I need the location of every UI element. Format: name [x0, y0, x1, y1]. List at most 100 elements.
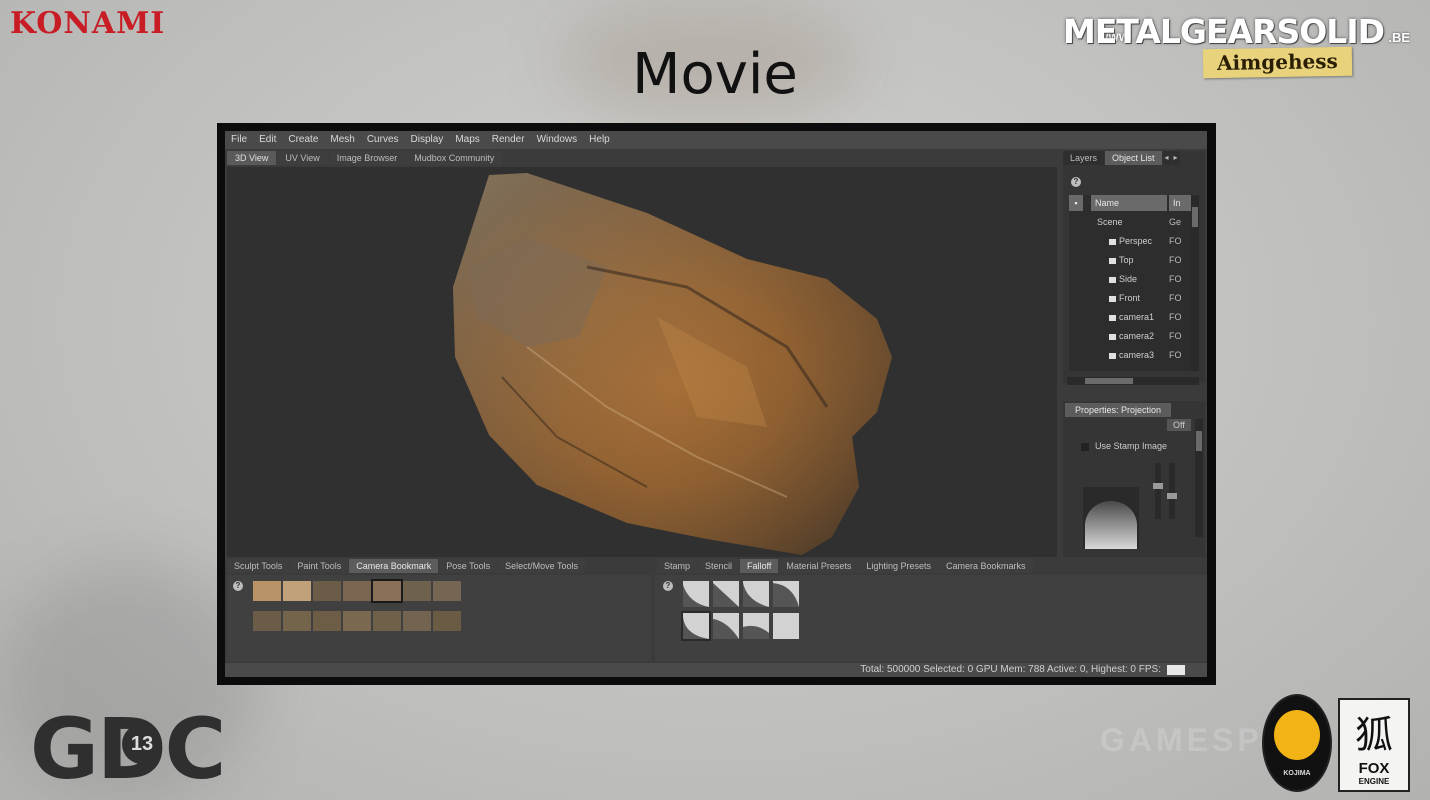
scrollbar-thumb[interactable] [1192, 207, 1198, 227]
falloff-curve-icon [713, 583, 739, 607]
outliner-col-name[interactable]: Name [1091, 195, 1167, 211]
row-name: camera1 [1119, 312, 1155, 322]
bookmark-thumbnail[interactable] [283, 581, 311, 601]
bookmark-thumbnail[interactable] [343, 611, 371, 631]
outliner-col-type[interactable]: In [1169, 195, 1191, 211]
outliner-row-scene[interactable]: Scene Ge [1069, 213, 1191, 232]
menu-mesh[interactable]: Mesh [324, 131, 360, 149]
bookmark-thumbnail[interactable] [433, 611, 461, 631]
menu-create[interactable]: Create [282, 131, 324, 149]
tab-paint-tools[interactable]: Paint Tools [290, 559, 349, 573]
outliner-row[interactable]: Side FO [1069, 270, 1191, 289]
tab-lighting-presets[interactable]: Lighting Presets [859, 559, 938, 573]
tab-layers[interactable]: Layers [1063, 151, 1105, 165]
menu-help[interactable]: Help [583, 131, 616, 149]
object-list-panel: Layers Object List ◂ ▸ ? ▪ Name In Scene… [1063, 151, 1205, 385]
falloff-preset[interactable] [773, 581, 799, 607]
menu-edit[interactable]: Edit [253, 131, 282, 149]
outliner-horizontal-scrollbar[interactable] [1067, 377, 1199, 385]
bookmark-thumbnail[interactable] [433, 581, 461, 601]
property-slider[interactable] [1167, 463, 1177, 519]
row-type: FO [1169, 274, 1182, 284]
tab-object-list[interactable]: Object List [1105, 151, 1162, 165]
use-stamp-image-checkbox[interactable]: Use Stamp Image [1081, 441, 1167, 451]
outliner-row[interactable]: Top FO [1069, 251, 1191, 270]
tab-scroll-left-icon[interactable]: ◂ [1162, 151, 1171, 165]
tool-tabs: Sculpt Tools Paint Tools Camera Bookmark… [227, 559, 586, 573]
tab-sculpt-tools[interactable]: Sculpt Tools [227, 559, 290, 573]
slider-knob[interactable] [1167, 493, 1177, 499]
outliner-row[interactable]: Perspec FO [1069, 232, 1191, 251]
3d-viewport[interactable] [227, 167, 1057, 557]
falloff-preset[interactable] [743, 581, 769, 607]
bookmark-thumbnail[interactable] [313, 611, 341, 631]
tab-camera-bookmark[interactable]: Camera Bookmark [349, 559, 439, 573]
tab-material-presets[interactable]: Material Presets [779, 559, 859, 573]
outliner-row[interactable]: Front FO [1069, 289, 1191, 308]
outliner-header-icon[interactable]: ▪ [1069, 195, 1083, 211]
bookmark-thumbnail[interactable] [313, 581, 341, 601]
bookmark-thumbnail[interactable] [403, 611, 431, 631]
kojima-text: KOJIMA [1283, 770, 1311, 777]
tab-properties-projection[interactable]: Properties: Projection [1065, 403, 1172, 417]
menu-render[interactable]: Render [486, 131, 531, 149]
row-name: Scene [1097, 217, 1123, 227]
bookmark-thumbnail[interactable] [253, 581, 281, 601]
outliner-vertical-scrollbar[interactable] [1191, 195, 1199, 371]
menu-file[interactable]: File [225, 131, 253, 149]
tab-select-move-tools[interactable]: Select/Move Tools [498, 559, 586, 573]
help-icon[interactable]: ? [1071, 177, 1081, 187]
bookmark-thumbnail[interactable] [253, 611, 281, 631]
tab-pose-tools[interactable]: Pose Tools [439, 559, 498, 573]
falloff-preset[interactable] [773, 613, 799, 639]
properties-scrollbar[interactable] [1195, 419, 1203, 537]
menu-curves[interactable]: Curves [361, 131, 405, 149]
outliner-row[interactable]: camera1 FO [1069, 308, 1191, 327]
camera-icon [1109, 276, 1116, 283]
object-outliner: ▪ Name In Scene Ge Perspec FO Top FO Side FO… [1069, 195, 1191, 371]
bookmark-thumbnail[interactable] [403, 581, 431, 601]
properties-panel: Properties: Projection Off Use Stamp Ima… [1063, 401, 1205, 557]
falloff-preset-selected[interactable] [681, 611, 711, 641]
menu-maps[interactable]: Maps [449, 131, 485, 149]
falloff-preset[interactable] [713, 581, 739, 607]
scrollbar-thumb[interactable] [1196, 431, 1202, 451]
status-text: Total: 500000 Selected: 0 GPU Mem: 788 A… [860, 664, 1161, 675]
falloff-shelf: ? [655, 575, 1207, 661]
tab-scroll-right-icon[interactable]: ▸ [1171, 151, 1180, 165]
tab-uv-view[interactable]: UV View [277, 151, 328, 165]
bookmark-thumbnail[interactable] [373, 611, 401, 631]
scrollbar-thumb[interactable] [1085, 378, 1133, 384]
gdc-logo: GDC 13 [30, 707, 226, 791]
falloff-curve-icon [683, 585, 709, 607]
stamp-preview[interactable] [1083, 487, 1139, 549]
tab-stencil[interactable]: Stencil [698, 559, 740, 573]
checkbox-box[interactable] [1081, 442, 1089, 451]
mudbox-ui: File Edit Create Mesh Curves Display Map… [225, 131, 1207, 677]
bookmark-thumbnail[interactable] [343, 581, 371, 601]
outliner-row[interactable]: camera2 FO [1069, 327, 1191, 346]
tab-camera-bookmarks[interactable]: Camera Bookmarks [938, 559, 1033, 573]
falloff-preset[interactable] [683, 581, 709, 607]
slider-knob[interactable] [1153, 483, 1163, 489]
falloff-preset[interactable] [713, 613, 739, 639]
falloff-preset[interactable] [743, 613, 769, 639]
falloff-curve-icon [743, 625, 769, 639]
falloff-curve-icon [773, 583, 799, 607]
tab-3d-view[interactable]: 3D View [227, 151, 277, 165]
help-icon[interactable]: ? [663, 581, 673, 591]
property-slider[interactable] [1153, 463, 1163, 519]
gdc-year-badge: 13 [122, 724, 162, 764]
tab-stamp[interactable]: Stamp [657, 559, 698, 573]
tab-mudbox-community[interactable]: Mudbox Community [406, 151, 503, 165]
outliner-row[interactable]: camera3 FO [1069, 346, 1191, 365]
menu-display[interactable]: Display [405, 131, 450, 149]
off-dropdown[interactable]: Off [1167, 419, 1191, 431]
bookmark-thumbnail-selected[interactable] [371, 579, 403, 603]
tab-falloff[interactable]: Falloff [740, 559, 779, 573]
tab-image-browser[interactable]: Image Browser [328, 151, 406, 165]
menu-windows[interactable]: Windows [531, 131, 584, 149]
help-icon[interactable]: ? [233, 581, 243, 591]
row-type: Ge [1169, 217, 1182, 227]
bookmark-thumbnail[interactable] [283, 611, 311, 631]
